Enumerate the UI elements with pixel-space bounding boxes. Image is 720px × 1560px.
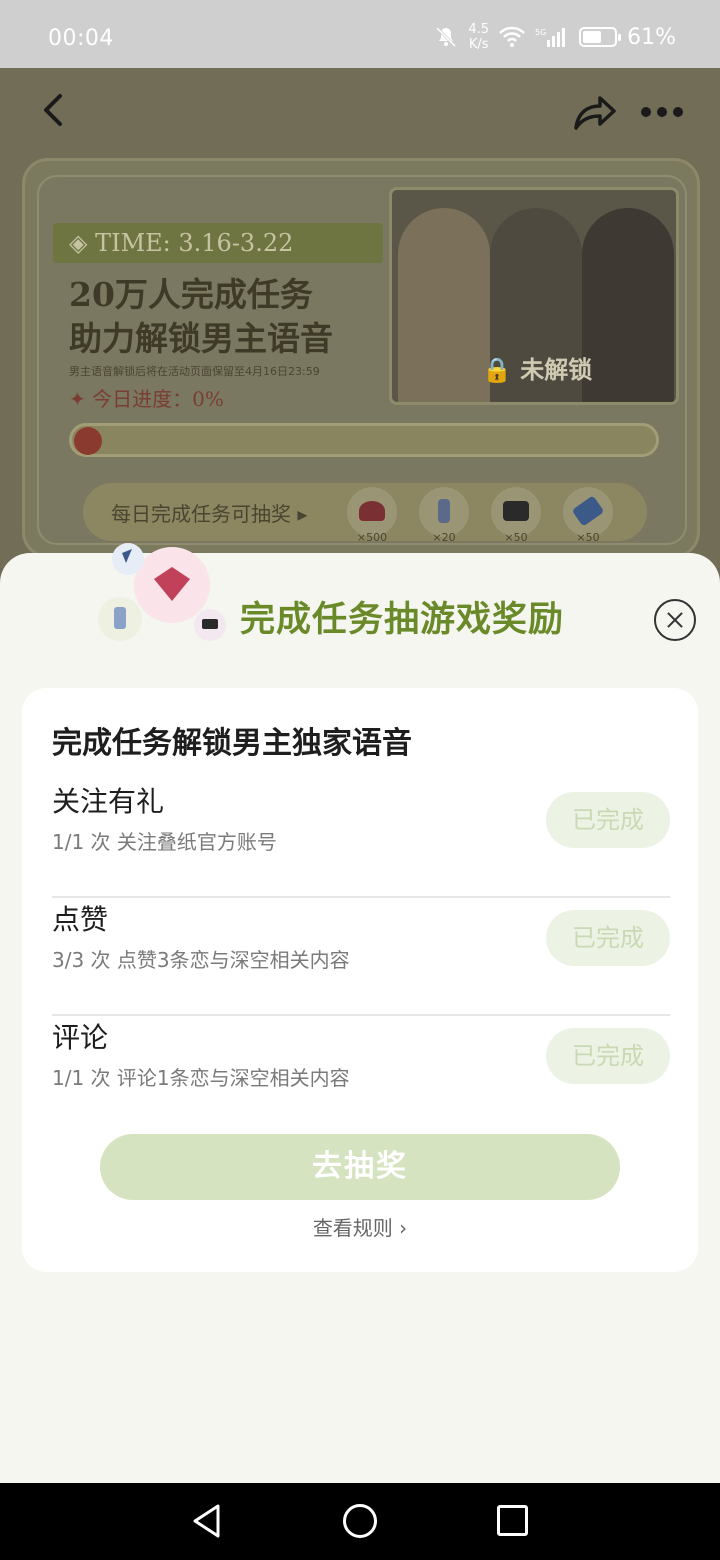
banner-title: 20万人完成任务 助力解锁男主语音 [69,273,333,361]
task-done-button[interactable]: 已完成 [546,1028,670,1084]
event-banner: ◈ TIME: 3.16-3.22 20万人完成任务 助力解锁男主语音 男主语音… [22,158,700,558]
prize-bubbles-illustration [98,543,226,641]
task-item: 点赞 3/3 次 点赞3条恋与深空相关内容 已完成 [52,898,670,1016]
battery-percent: 61% [627,24,676,50]
prize-ticket: ×50 [563,487,613,544]
prize-qty: ×50 [504,531,528,544]
character-poster: 🔒 未解锁 [389,187,679,405]
system-nav-bar [0,1483,720,1560]
status-icons: 4.5 K/s 5G 61% [434,22,676,52]
back-icon[interactable] [34,90,74,130]
battery-icon [579,27,622,47]
nav-back-icon[interactable] [190,1503,224,1539]
net-speed-unit: K/s [468,37,489,52]
task-desc: 1/1 次 关注叠纸官方账号 [52,830,277,854]
signal-label: 5G [535,28,546,37]
task-done-button[interactable]: 已完成 [546,792,670,848]
daily-lottery-bar[interactable]: 每日完成任务可抽奖 ▸ ×500 ×20 ×50 ×50 [83,483,647,544]
character-figure-1 [398,208,490,402]
net-speed-value: 4.5 [468,22,490,37]
nav-recent-icon[interactable] [497,1505,528,1536]
task-item: 评论 1/1 次 评论1条恋与深空相关内容 已完成 [52,1016,670,1134]
signal-icon: 5G [535,28,566,47]
status-time: 00:04 [48,26,114,51]
lottery-text: 每日完成任务可抽奖 ▸ [111,502,308,526]
potion-icon [438,499,450,523]
task-name: 评论 [52,1021,109,1054]
prize-potion: ×20 [419,487,469,544]
task-desc: 3/3 次 点赞3条恋与深空相关内容 [52,948,350,972]
character-figure-3 [582,208,674,402]
ticket-icon [571,495,605,527]
chest-icon [503,501,529,521]
sheet-title: 完成任务抽游戏奖励 [240,600,565,640]
lock-icon: 🔒 [482,356,512,384]
close-icon[interactable] [654,599,696,641]
more-icon[interactable] [636,98,688,126]
banner-note: 男主语音解锁后将在活动页面保留至4月16日23:59 [69,365,320,378]
task-name: 关注有礼 [52,785,165,818]
task-bottom-sheet: 完成任务抽游戏奖励 完成任务解锁男主独家语音 关注有礼 1/1 次 关注叠纸官方… [0,543,720,1483]
mute-bell-icon [436,26,457,48]
top-bar [0,68,720,156]
view-rules-link[interactable]: 查看规则 › [22,1212,698,1241]
activity-page: ◈ TIME: 3.16-3.22 20万人完成任务 助力解锁男主语音 男主语音… [0,68,720,568]
banner-inner: ◈ TIME: 3.16-3.22 20万人完成任务 助力解锁男主语音 男主语音… [37,175,687,545]
progress-knob [74,427,102,455]
prize-qty: ×500 [356,531,388,544]
task-card-title: 完成任务解锁男主独家语音 [52,726,412,761]
prize-gem: ×500 [347,487,397,544]
nav-home-icon[interactable] [343,1504,377,1538]
event-time-tag: ◈ TIME: 3.16-3.22 [53,223,383,263]
prize-chest: ×50 [491,487,541,544]
task-card: 完成任务解锁男主独家语音 关注有礼 1/1 次 关注叠纸官方账号 已完成 点赞 … [22,688,698,1272]
banner-title-line1: 20万人完成任务 [69,275,313,314]
prize-qty: ×50 [576,531,600,544]
progress-bar [69,423,659,457]
prize-qty: ×20 [432,531,456,544]
wifi-icon [499,26,525,47]
locked-label: 🔒 未解锁 [482,350,592,385]
share-icon[interactable] [570,90,618,134]
battery-fill [583,31,602,43]
go-lottery-button[interactable]: 去抽奖 [100,1134,620,1200]
locked-text: 未解锁 [520,356,593,384]
task-item: 关注有礼 1/1 次 关注叠纸官方账号 已完成 [52,780,670,898]
task-name: 点赞 [52,903,109,936]
network-speed: 4.5 K/s [468,22,489,52]
gem-icon [359,501,385,521]
task-desc: 1/1 次 评论1条恋与深空相关内容 [52,1066,350,1090]
status-bar: 00:04 4.5 K/s 5G 61% [0,0,720,68]
progress-label: ✦ 今日进度：0% [69,387,224,411]
banner-title-line2: 助力解锁男主语音 [69,319,333,358]
task-done-button[interactable]: 已完成 [546,910,670,966]
